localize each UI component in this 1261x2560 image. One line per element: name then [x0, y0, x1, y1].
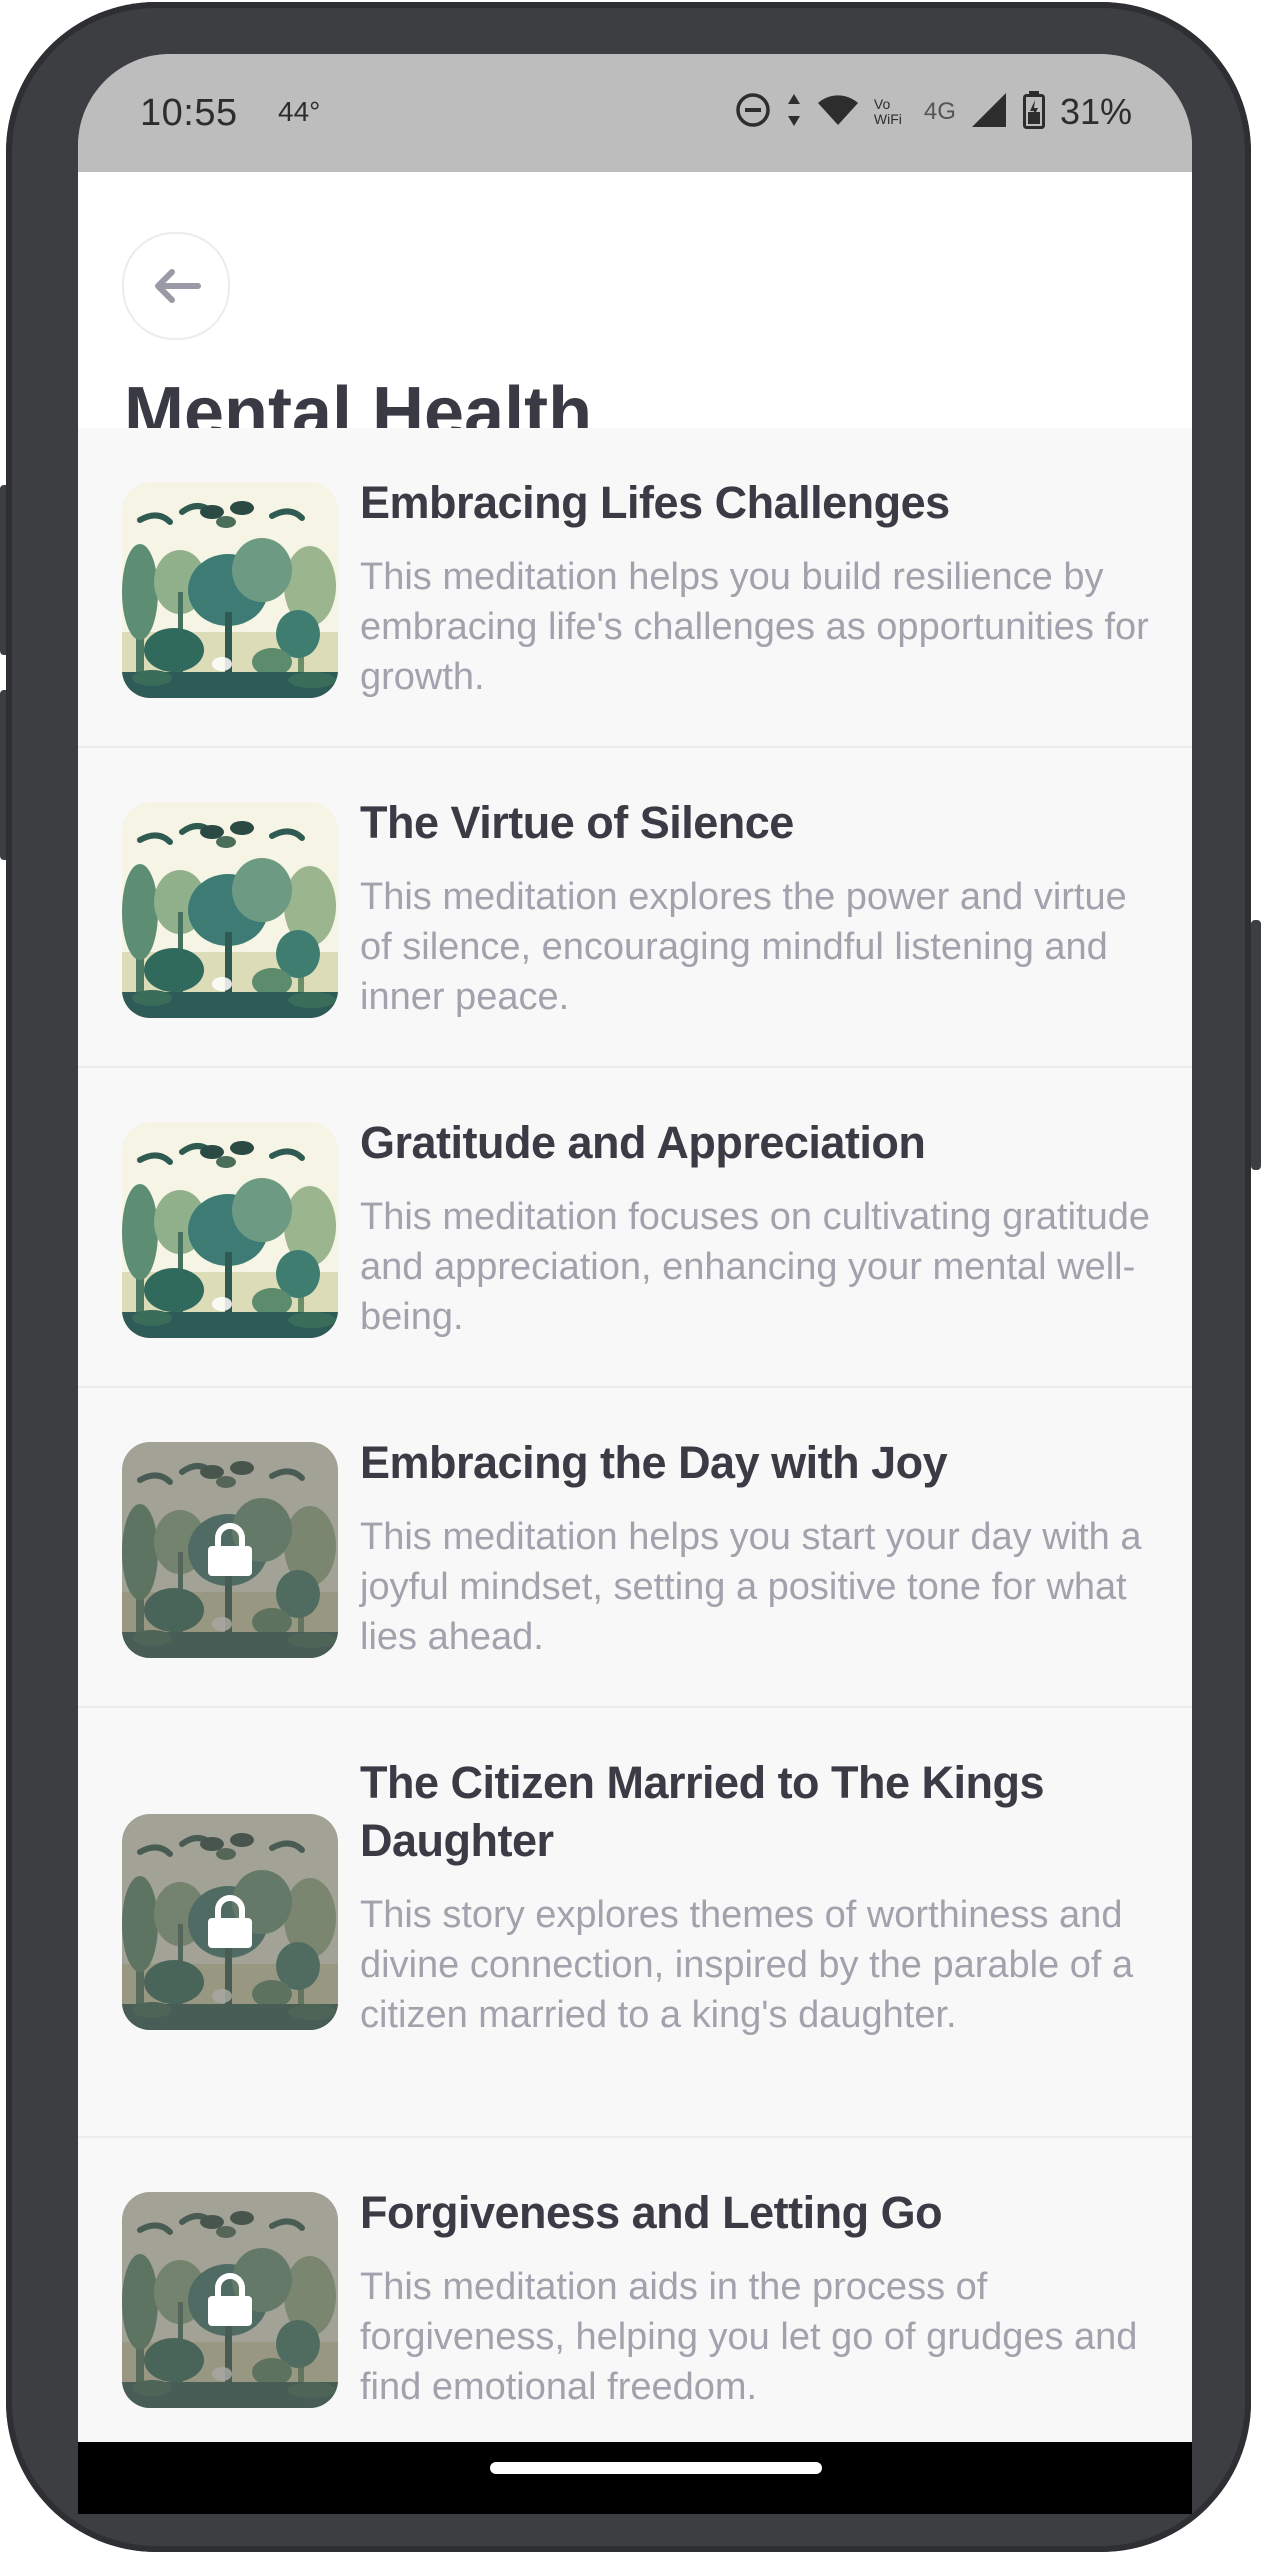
list-item[interactable]: Embracing the Day with Joy This meditati… [78, 1388, 1192, 1708]
navigation-bar [78, 2442, 1192, 2514]
home-indicator[interactable] [490, 2462, 822, 2474]
list-item[interactable]: The Virtue of Silence This meditation ex… [78, 748, 1192, 1068]
item-title: Embracing the Day with Joy [360, 1437, 948, 1488]
meditation-list: Embracing Lifes Challenges This meditati… [78, 428, 1192, 2456]
lock-overlay [122, 2192, 338, 2408]
lock-overlay [122, 1814, 338, 2030]
phone-power-button [1251, 920, 1261, 1170]
item-title: The Citizen Married to The Kings Daughte… [360, 1757, 1045, 1866]
item-description: This meditation helps you build resilien… [360, 556, 1149, 698]
lock-overlay [122, 1442, 338, 1658]
meditation-thumbnail-locked [122, 1442, 338, 1658]
battery-icon [1022, 90, 1046, 135]
meditation-thumbnail [122, 482, 338, 698]
arrow-left-icon [155, 269, 201, 303]
item-description: This meditation helps you start your day… [360, 1516, 1142, 1658]
wifi-icon [816, 93, 860, 132]
item-title: The Virtue of Silence [360, 797, 794, 848]
status-time: 10:55 [140, 92, 238, 134]
list-item[interactable]: Embracing Lifes Challenges This meditati… [78, 428, 1192, 748]
list-item[interactable]: The Citizen Married to The Kings Daughte… [78, 1708, 1192, 2138]
wifi-label: Vo WiFi [873, 96, 902, 127]
phone-frame: 10:55 44° Vo WiFi 4G 31% Mental Health E… [6, 2, 1251, 2552]
item-description: This meditation aids in the process of f… [360, 2266, 1138, 2408]
item-title: Forgiveness and Letting Go [360, 2187, 943, 2238]
meditation-thumbnail [122, 1122, 338, 1338]
item-title: Embracing Lifes Challenges [360, 477, 950, 528]
do-not-disturb-icon [734, 91, 772, 134]
data-arrows-icon [786, 92, 802, 133]
battery-percent: 31% [1059, 91, 1132, 132]
back-button[interactable] [122, 232, 230, 340]
item-title: Gratitude and Appreciation [360, 1117, 926, 1168]
item-description: This meditation explores the power and v… [360, 876, 1127, 1018]
item-description: This story explores themes of worthiness… [360, 1894, 1134, 2036]
list-item[interactable]: Gratitude and Appreciation This meditati… [78, 1068, 1192, 1388]
lock-icon [208, 1523, 252, 1576]
item-description: This meditation focuses on cultivating g… [360, 1196, 1150, 1338]
header: Mental Health [78, 172, 1192, 453]
screen: 10:55 44° Vo WiFi 4G 31% Mental Health E… [78, 54, 1192, 2514]
lock-icon [208, 1895, 252, 1948]
status-temperature: 44° [278, 96, 321, 127]
meditation-thumbnail-locked [122, 2192, 338, 2408]
signal-icon [970, 91, 1008, 134]
status-bar: 10:55 44° Vo WiFi 4G 31% [78, 54, 1192, 172]
meditation-thumbnail-locked [122, 1814, 338, 2030]
status-icons: Vo WiFi 4G 31% [734, 88, 1132, 136]
list-item[interactable]: Forgiveness and Letting Go This meditati… [78, 2138, 1192, 2456]
network-label: 4G [923, 98, 956, 125]
meditation-thumbnail [122, 802, 338, 1018]
lock-icon [208, 2273, 252, 2326]
